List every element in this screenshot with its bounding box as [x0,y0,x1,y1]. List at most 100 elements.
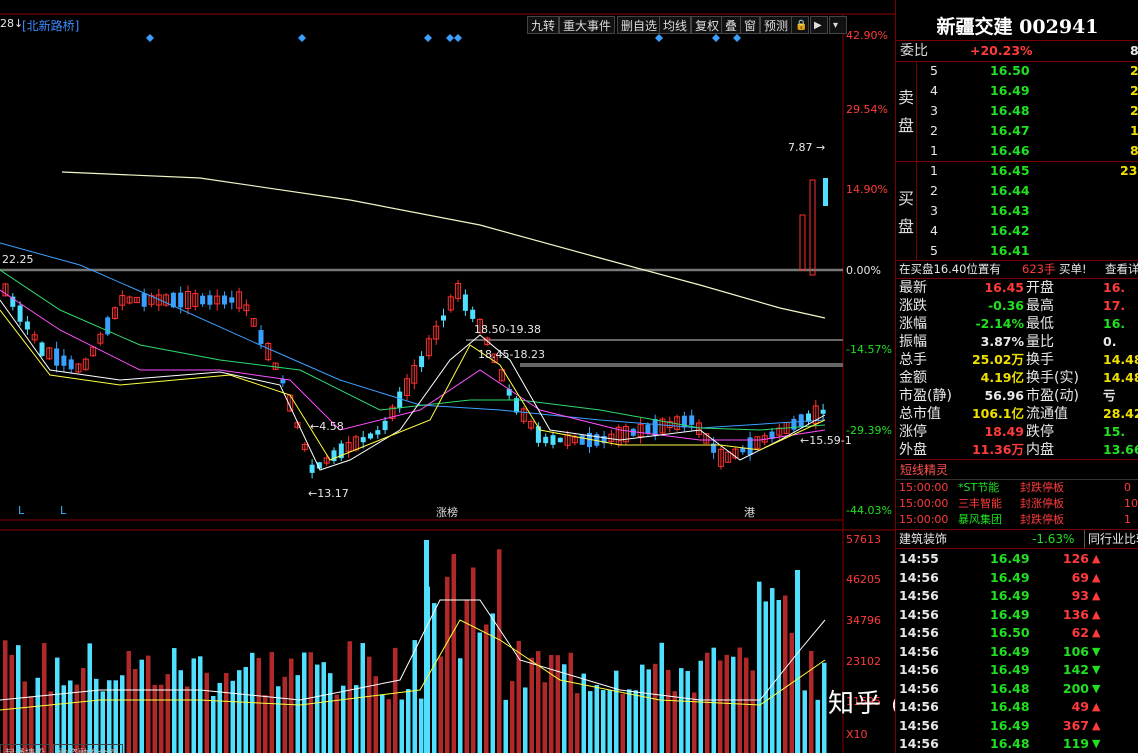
volume-bar [308,652,313,753]
arrow-down-icon: ▼ [1092,681,1101,695]
level-price: 16.46 [990,143,1030,158]
tick-row[interactable]: 14:56 16.49 142 ▼ [896,661,1138,679]
volume-bar [575,693,580,753]
volume-bar [282,676,287,753]
tick-volume: 142 [1062,662,1089,677]
level-number: 5 [930,243,938,258]
buy-level-row[interactable]: 2 16.44 [896,182,1138,200]
volume-bar [42,643,47,753]
sprite-event: 封跌停板 [1020,513,1064,526]
sprite-row[interactable]: 15:00:00 暴风集团 封跌停板 1 [896,512,1138,528]
toolbar-button-3[interactable]: 均线 [659,16,692,34]
tick-row[interactable]: 14:56 16.48 119 ▼ [896,735,1138,753]
volume-bar [815,699,820,753]
sprite-stock: 三丰智能 [958,497,1002,510]
tick-row[interactable]: 14:56 16.49 136 ▲ [896,606,1138,624]
volume-bar [497,549,502,753]
toolbar-button-6[interactable]: 窗 [740,16,761,34]
annotation-range-a: 18.50-19.38 [474,323,541,336]
notice-text: 在买盘16.40位置有 [899,262,1001,276]
quote-label: 换手 [1026,352,1054,368]
volume-bar [237,670,242,753]
tick-row[interactable]: 14:56 16.49 93 ▲ [896,587,1138,605]
level-price: 16.50 [990,63,1030,78]
tick-row[interactable]: 14:56 16.49 367 ▲ [896,717,1138,735]
volume-bar [698,660,703,753]
annotation-right: ←15.59-1 [800,434,852,447]
quote-row: 最新 16.45 开盘 16. [896,279,1138,297]
sprite-title[interactable]: 短线精灵 [896,461,1138,479]
tick-row[interactable]: 14:56 16.50 62 ▲ [896,624,1138,642]
candle-body [68,359,74,370]
sector-compare-link[interactable]: 同行业比较 [1084,530,1138,548]
arrow-down-icon: ▼ [1092,737,1101,750]
volume-bar [757,581,762,753]
stock-name: 新疆交建 [936,16,1013,38]
candle-body [550,435,556,445]
indicator-name[interactable]: [北新路桥] [22,17,79,34]
buy-level-row[interactable]: 1 16.45 23 [896,162,1138,180]
event-diamond [733,34,741,42]
quote-row: 涨停 18.49 跌停 15. [896,423,1138,441]
level-number: 4 [930,223,938,238]
big-order-notice[interactable]: 在买盘16.40位置有 623手 买单! 查看详 [896,260,1138,278]
lock-icon[interactable]: 🔒 [791,16,809,34]
volume-bar [419,698,424,753]
sell-level-row[interactable]: 3 16.48 2 [896,102,1138,120]
price-axis-tick: -14.57% [846,343,892,356]
quote-value: 3.87% [980,334,1024,349]
sell-level-row[interactable]: 1 16.46 8 [896,142,1138,160]
sprite-row[interactable]: 15:00:00 三丰智能 封涨停板 10 [896,496,1138,512]
tab-margin-balance[interactable]: 融资融券余额 [53,744,124,753]
tick-volume: 367 [1062,717,1089,733]
volume-axis-tick: 34796 [846,614,881,627]
buy-level-row[interactable]: 3 16.43 [896,202,1138,220]
sector-name: 建筑装饰 [899,532,948,546]
candle-body [24,321,30,330]
volume-bar [217,682,222,753]
sprite-row[interactable]: 15:00:00 *ST节能 封跌停板 0 [896,480,1138,496]
quote-value: 14.48 [1103,370,1138,385]
tick-row[interactable]: 14:56 16.49 106 ▼ [896,643,1138,661]
tick-row[interactable]: 14:55 16.49 126 ▲ [896,550,1138,568]
sector-row[interactable]: 建筑装饰 -1.63% 同行业比较 [896,530,1138,548]
buy-level-row[interactable]: 4 16.42 [896,222,1138,240]
sprite-time: 15:00:00 [899,497,949,510]
tick-row[interactable]: 14:56 16.48 200 ▼ [896,680,1138,698]
dropdown-icon[interactable]: ▾ [829,16,847,34]
candle-body [689,415,695,425]
volume-bar [750,670,755,753]
tab-northbound[interactable]: 起涌捷股 [0,744,50,753]
volume-bar [276,686,281,753]
toolbar-button-1[interactable]: 重大事件 [559,16,616,34]
quote-value: 亏 [1103,388,1116,403]
sell-level-row[interactable]: 4 16.49 2 [896,82,1138,100]
kline-chart-area[interactable]: 28↓ [北新路桥] 九转 重大事件 删自选 均线 复权叠窗预测 🔒 ▶ ▾ 42.90% 29… [0,0,895,753]
candle-body [645,424,651,434]
kline-chart-canvas[interactable] [0,0,895,753]
toolbar-button-0[interactable]: 九转 [527,16,560,34]
tick-row[interactable]: 14:56 16.49 69 ▲ [896,569,1138,587]
play-arrow-icon[interactable]: ▶ [810,16,828,34]
level-number: 2 [930,123,938,138]
volume-bar [61,685,66,753]
tick-row[interactable]: 14:56 16.48 49 ▲ [896,698,1138,716]
toolbar-button-4[interactable]: 复权 [691,16,724,34]
volume-bar [724,654,729,753]
marker-limit-up-list[interactable]: 涨榜 [436,504,458,520]
candle-body [791,418,797,430]
level-volume: 8 [1130,143,1138,158]
toolbar-button-2[interactable]: 删自选 [617,16,662,34]
arrow-up-icon: ▲ [1092,570,1101,584]
toolbar-button-5[interactable]: 叠 [721,16,742,34]
marker-hk[interactable]: 港 [744,504,755,520]
sell-level-row[interactable]: 2 16.47 1 [896,122,1138,140]
level-price: 16.43 [990,203,1030,218]
volume-bar [230,680,235,753]
arrow-up-icon: ▲ [1092,589,1101,602]
notice-link[interactable]: 查看详 [1105,260,1138,278]
buy-level-row[interactable]: 5 16.41 [896,242,1138,260]
sector-change: -1.63% [1032,532,1075,546]
sell-level-row[interactable]: 5 16.50 2 [896,62,1138,80]
toolbar-button-7[interactable]: 预测 [760,16,793,34]
